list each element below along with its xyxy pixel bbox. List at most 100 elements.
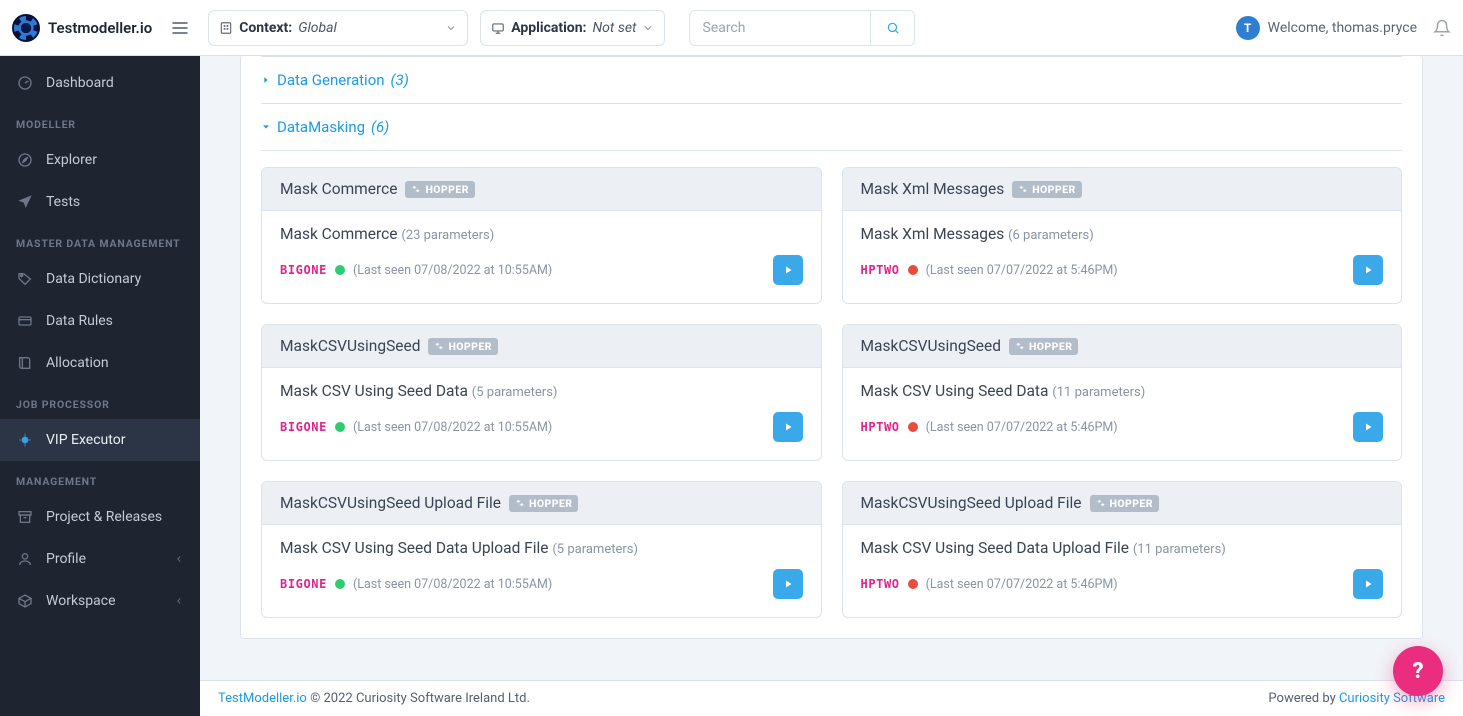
card-body: Mask CSV Using Seed Data (11 parameters)… — [843, 368, 1402, 460]
help-fab[interactable]: ? — [1393, 646, 1443, 696]
run-button[interactable] — [773, 255, 803, 285]
plane-icon — [16, 193, 34, 211]
sidebar-item-dashboard[interactable]: Dashboard — [0, 62, 200, 104]
cog-icon — [434, 341, 444, 351]
desc-text: Mask CSV Using Seed Data Upload File — [861, 539, 1129, 557]
application-selector[interactable]: Application: Not set — [480, 10, 665, 46]
sidebar-item-vip-executor[interactable]: VIP Executor — [0, 419, 200, 461]
accordion-count: (3) — [391, 71, 409, 89]
hopper-badge: HOPPER — [405, 181, 474, 198]
sidebar-item-label: VIP Executor — [46, 432, 125, 448]
card-body: Mask Commerce (23 parameters)BIGONE(Last… — [262, 211, 821, 303]
host-name: HPTWO — [861, 577, 900, 591]
param-count: (6 parameters) — [1008, 228, 1094, 243]
user-menu[interactable]: T Welcome, thomas.pryce — [1236, 16, 1417, 40]
sidebar-section-job-proc: JOB PROCESSOR — [0, 384, 200, 419]
accordion-title: DataMasking — [277, 118, 365, 136]
desc-text: Mask Xml Messages — [861, 225, 1005, 243]
accordion-data-masking[interactable]: DataMasking (6) — [261, 104, 1402, 151]
accordion-title: Data Generation — [277, 71, 385, 89]
brand-name: Testmodeller.io — [48, 19, 152, 37]
card-meta: HPTWO(Last seen 07/07/2022 at 5:46PM) — [861, 255, 1384, 285]
sidebar-item-label: Data Rules — [46, 313, 113, 329]
executor-card: MaskCSVUsingSeedHOPPERMask CSV Using See… — [261, 324, 822, 461]
compass-icon — [16, 151, 34, 169]
last-seen-text: (Last seen 07/08/2022 at 10:55AM) — [353, 577, 552, 592]
host-name: HPTWO — [861, 263, 900, 277]
run-button[interactable] — [1353, 255, 1383, 285]
run-button[interactable] — [1353, 569, 1383, 599]
desc-text: Mask CSV Using Seed Data Upload File — [280, 539, 548, 557]
card-meta: BIGONE (Last seen 07/08/2022 at 10:55AM) — [280, 569, 803, 599]
sidebar-item-workspace[interactable]: Workspace — [0, 580, 200, 622]
book-icon — [16, 354, 34, 372]
host-name: BIGONE — [280, 420, 327, 434]
caret-down-icon — [261, 122, 271, 132]
sidebar-item-allocation[interactable]: Allocation — [0, 342, 200, 384]
box-icon — [16, 592, 34, 610]
card-description: Mask CSV Using Seed Data Upload File (11… — [861, 539, 1384, 557]
status-dot-icon — [908, 265, 918, 275]
footer-brand-link[interactable]: TestModeller.io — [218, 691, 307, 706]
desc-text: Mask CSV Using Seed Data — [280, 382, 468, 400]
card-icon — [16, 312, 34, 330]
sidebar-item-profile[interactable]: Profile — [0, 538, 200, 580]
card-meta: BIGONE(Last seen 07/08/2022 at 10:55AM) — [280, 412, 803, 442]
gauge-icon — [16, 74, 34, 92]
hamburger-menu-icon[interactable] — [164, 12, 196, 44]
sidebar-item-data-dictionary[interactable]: Data Dictionary — [0, 258, 200, 300]
run-button[interactable] — [773, 412, 803, 442]
sidebar-item-data-rules[interactable]: Data Rules — [0, 300, 200, 342]
executor-card: Mask CommerceHOPPERMask Commerce (23 par… — [261, 167, 822, 304]
bell-icon[interactable] — [1433, 19, 1451, 37]
search-button[interactable] — [870, 11, 914, 45]
archive-icon — [16, 508, 34, 526]
sidebar-item-tests[interactable]: Tests — [0, 181, 200, 223]
card-description: Mask CSV Using Seed Data Upload File (5 … — [280, 539, 803, 557]
hopper-badge: HOPPER — [1090, 495, 1159, 512]
sidebar-item-label: Allocation — [46, 355, 109, 371]
run-button[interactable] — [1353, 412, 1383, 442]
executor-card: MaskCSVUsingSeedHOPPERMask CSV Using See… — [842, 324, 1403, 461]
param-count: (5 parameters) — [552, 542, 638, 557]
last-seen-text: (Last seen 07/08/2022 at 10:55AM) — [353, 263, 552, 278]
badge-label: HOPPER — [425, 183, 468, 196]
card-meta: HPTWO(Last seen 07/07/2022 at 5:46PM) — [861, 569, 1384, 599]
hopper-badge: HOPPER — [1009, 338, 1078, 355]
card-header: MaskCSVUsingSeedHOPPER — [843, 325, 1402, 368]
tag-icon — [16, 270, 34, 288]
question-mark-icon: ? — [1412, 659, 1423, 684]
sidebar-item-label: Profile — [46, 551, 86, 567]
search-input[interactable] — [690, 11, 870, 45]
host-name: BIGONE — [280, 577, 327, 591]
context-selector[interactable]: Context: Global — [208, 10, 468, 46]
executor-card: MaskCSVUsingSeed Upload FileHOPPER Mask C… — [261, 481, 822, 618]
card-description: Mask CSV Using Seed Data (11 parameters) — [861, 382, 1384, 400]
brand-logo[interactable]: Testmodeller.io — [12, 14, 152, 42]
badge-label: HOPPER — [1110, 497, 1153, 510]
host-name: HPTWO — [861, 420, 900, 434]
cog-icon — [1015, 341, 1025, 351]
accordion-data-generation[interactable]: Data Generation (3) — [261, 56, 1402, 104]
card-description: Mask CSV Using Seed Data (5 parameters) — [280, 382, 803, 400]
status-dot-icon — [335, 422, 345, 432]
sidebar-item-explorer[interactable]: Explorer — [0, 139, 200, 181]
topbar-right: T Welcome, thomas.pryce — [1236, 16, 1451, 40]
play-icon — [1362, 264, 1374, 276]
sidebar-item-project-releases[interactable]: Project & Releases — [0, 496, 200, 538]
play-icon — [782, 264, 794, 276]
context-value: Global — [298, 20, 337, 36]
badge-label: HOPPER — [1029, 340, 1072, 353]
caret-right-icon — [261, 75, 271, 85]
run-button[interactable] — [773, 569, 803, 599]
play-icon — [1362, 578, 1374, 590]
brand-logo-disc — [12, 14, 40, 42]
play-icon — [782, 578, 794, 590]
card-header: MaskCSVUsingSeed Upload FileHOPPER — [262, 482, 821, 525]
footer-copyright: © 2022 Curiosity Software Ireland Ltd. — [310, 691, 530, 706]
executor-card: Mask Xml MessagesHOPPERMask Xml Messages… — [842, 167, 1403, 304]
card-title: MaskCSVUsingSeed — [280, 337, 420, 355]
topbar: Testmodeller.io Context: Global Applicat… — [0, 0, 1463, 56]
status-dot-icon — [335, 265, 345, 275]
page-scroll[interactable]: Data Generation (3) DataMasking (6) Mask… — [200, 56, 1463, 680]
